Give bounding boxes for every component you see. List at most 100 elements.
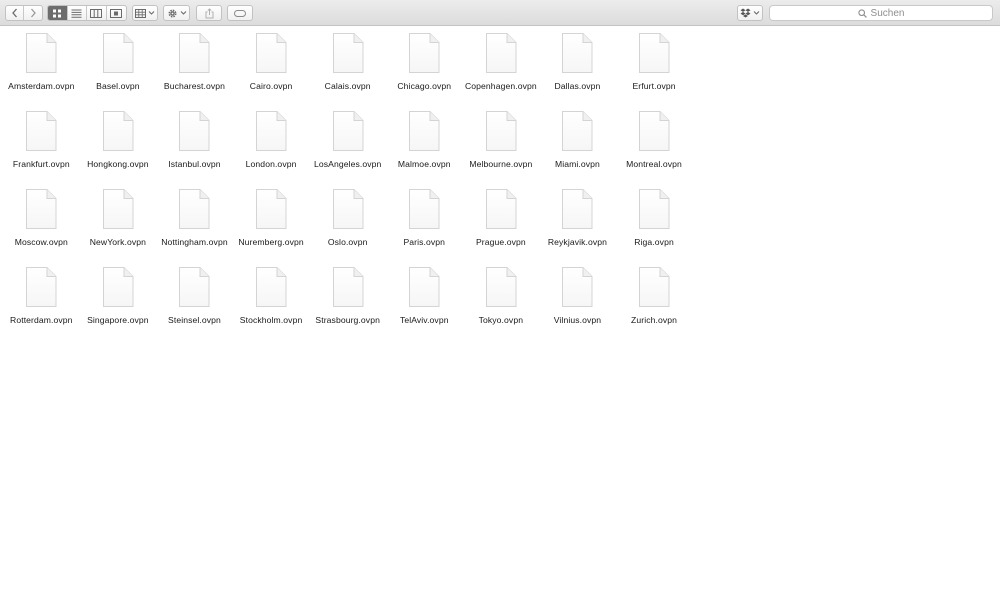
share-icon [205, 7, 213, 18]
file-name: Singapore.ovpn [87, 315, 149, 325]
file-item[interactable]: TelAviv.ovpn [386, 264, 463, 342]
document-icon [102, 33, 134, 73]
file-item[interactable]: Prague.ovpn [463, 186, 540, 264]
chevron-down-icon [753, 11, 760, 15]
document-icon [102, 267, 134, 307]
file-name: Copenhagen.ovpn [464, 81, 537, 91]
file-item[interactable]: Miami.ovpn [539, 108, 616, 186]
forward-button[interactable] [24, 6, 42, 20]
document-icon [102, 111, 134, 151]
file-name: Riga.ovpn [634, 237, 674, 247]
file-item[interactable]: Vilnius.ovpn [539, 264, 616, 342]
file-name: TelAviv.ovpn [399, 315, 449, 325]
file-item[interactable]: Copenhagen.ovpn [463, 30, 540, 108]
file-name: Moscow.ovpn [14, 237, 68, 247]
document-icon [485, 189, 517, 229]
document-icon [485, 111, 517, 151]
file-item[interactable]: London.ovpn [233, 108, 310, 186]
file-item[interactable]: Moscow.ovpn [3, 186, 80, 264]
file-item[interactable]: Istanbul.ovpn [156, 108, 233, 186]
file-name: Prague.ovpn [475, 237, 526, 247]
file-item[interactable]: Calais.ovpn [309, 30, 386, 108]
document-icon [332, 267, 364, 307]
file-item[interactable]: Zurich.ovpn [616, 264, 693, 342]
file-item[interactable]: Oslo.ovpn [309, 186, 386, 264]
file-item[interactable]: Tokyo.ovpn [463, 264, 540, 342]
file-item[interactable]: Basel.ovpn [80, 30, 157, 108]
document-icon [562, 267, 593, 307]
document-icon [256, 111, 287, 151]
file-name: Montreal.ovpn [626, 159, 682, 169]
column-view-icon [90, 8, 103, 18]
icon-view-button[interactable] [48, 6, 68, 20]
chevron-down-icon [180, 11, 186, 15]
file-item[interactable]: Paris.ovpn [386, 186, 463, 264]
file-name: Steinsel.ovpn [168, 315, 221, 325]
file-item[interactable]: Melbourne.ovpn [463, 108, 540, 186]
file-name: Nottingham.ovpn [161, 237, 228, 247]
document-icon [485, 267, 517, 307]
document-icon [409, 189, 440, 229]
file-name: Calais.ovpn [324, 81, 371, 91]
file-name: Paris.ovpn [403, 237, 446, 247]
file-name: Basel.ovpn [96, 81, 140, 91]
file-item[interactable]: Erfurt.ovpn [616, 30, 693, 108]
file-item[interactable]: NewYork.ovpn [80, 186, 157, 264]
dropbox-icon [740, 8, 751, 18]
file-name: Oslo.ovpn [327, 237, 368, 247]
file-item[interactable]: Riga.ovpn [616, 186, 693, 264]
file-item[interactable]: Stockholm.ovpn [233, 264, 310, 342]
file-item[interactable]: Dallas.ovpn [539, 30, 616, 108]
list-view-button[interactable] [68, 6, 87, 20]
cover-flow-button[interactable] [107, 6, 126, 20]
tags-button[interactable] [227, 5, 253, 21]
back-button[interactable] [6, 6, 25, 20]
document-icon [639, 111, 670, 151]
file-grid: Amsterdam.ovpn Basel.ovpn Bucharest.ovpn Ca… [3, 30, 692, 342]
document-icon [332, 111, 364, 151]
arrange-button[interactable] [132, 5, 158, 21]
file-name: Amsterdam.ovpn [8, 81, 75, 91]
file-item[interactable]: Montreal.ovpn [616, 108, 693, 186]
document-icon [179, 267, 210, 307]
file-item[interactable]: LosAngeles.ovpn [309, 108, 386, 186]
file-item[interactable]: Nottingham.ovpn [156, 186, 233, 264]
file-name: Bucharest.ovpn [163, 81, 226, 91]
gear-icon [167, 8, 177, 18]
file-item[interactable]: Reykjavik.ovpn [539, 186, 616, 264]
document-icon [562, 33, 593, 73]
file-item[interactable]: Chicago.ovpn [386, 30, 463, 108]
file-item[interactable]: Bucharest.ovpn [156, 30, 233, 108]
file-item[interactable]: Malmoe.ovpn [386, 108, 463, 186]
file-name: Zurich.ovpn [631, 315, 678, 325]
file-name: Nuremberg.ovpn [238, 237, 304, 247]
dropbox-button[interactable] [737, 5, 763, 21]
file-name: Istanbul.ovpn [168, 159, 221, 169]
search-field[interactable]: Suchen [769, 5, 993, 21]
icon-view-icon [53, 9, 62, 17]
file-item[interactable]: Frankfurt.ovpn [3, 108, 80, 186]
file-name: Dallas.ovpn [554, 81, 601, 91]
document-icon [639, 33, 670, 73]
document-icon [485, 33, 517, 73]
view-mode-control [47, 5, 127, 21]
file-name: Erfurt.ovpn [632, 81, 676, 91]
file-item[interactable]: Cairo.ovpn [233, 30, 310, 108]
document-icon [562, 111, 593, 151]
file-item[interactable]: Strasbourg.ovpn [309, 264, 386, 342]
tag-icon [234, 9, 246, 17]
chevron-right-icon [31, 8, 36, 18]
file-item[interactable]: Amsterdam.ovpn [3, 30, 80, 108]
share-button[interactable] [196, 5, 222, 21]
document-icon [409, 111, 440, 151]
file-item[interactable]: Singapore.ovpn [80, 264, 157, 342]
file-item[interactable]: Nuremberg.ovpn [233, 186, 310, 264]
file-name: Tokyo.ovpn [478, 315, 524, 325]
file-item[interactable]: Steinsel.ovpn [156, 264, 233, 342]
action-button[interactable] [163, 5, 190, 21]
file-item[interactable]: Hongkong.ovpn [80, 108, 157, 186]
file-item[interactable]: Rotterdam.ovpn [3, 264, 80, 342]
column-view-button[interactable] [87, 6, 107, 20]
document-icon [102, 189, 134, 229]
list-view-icon [71, 9, 82, 18]
